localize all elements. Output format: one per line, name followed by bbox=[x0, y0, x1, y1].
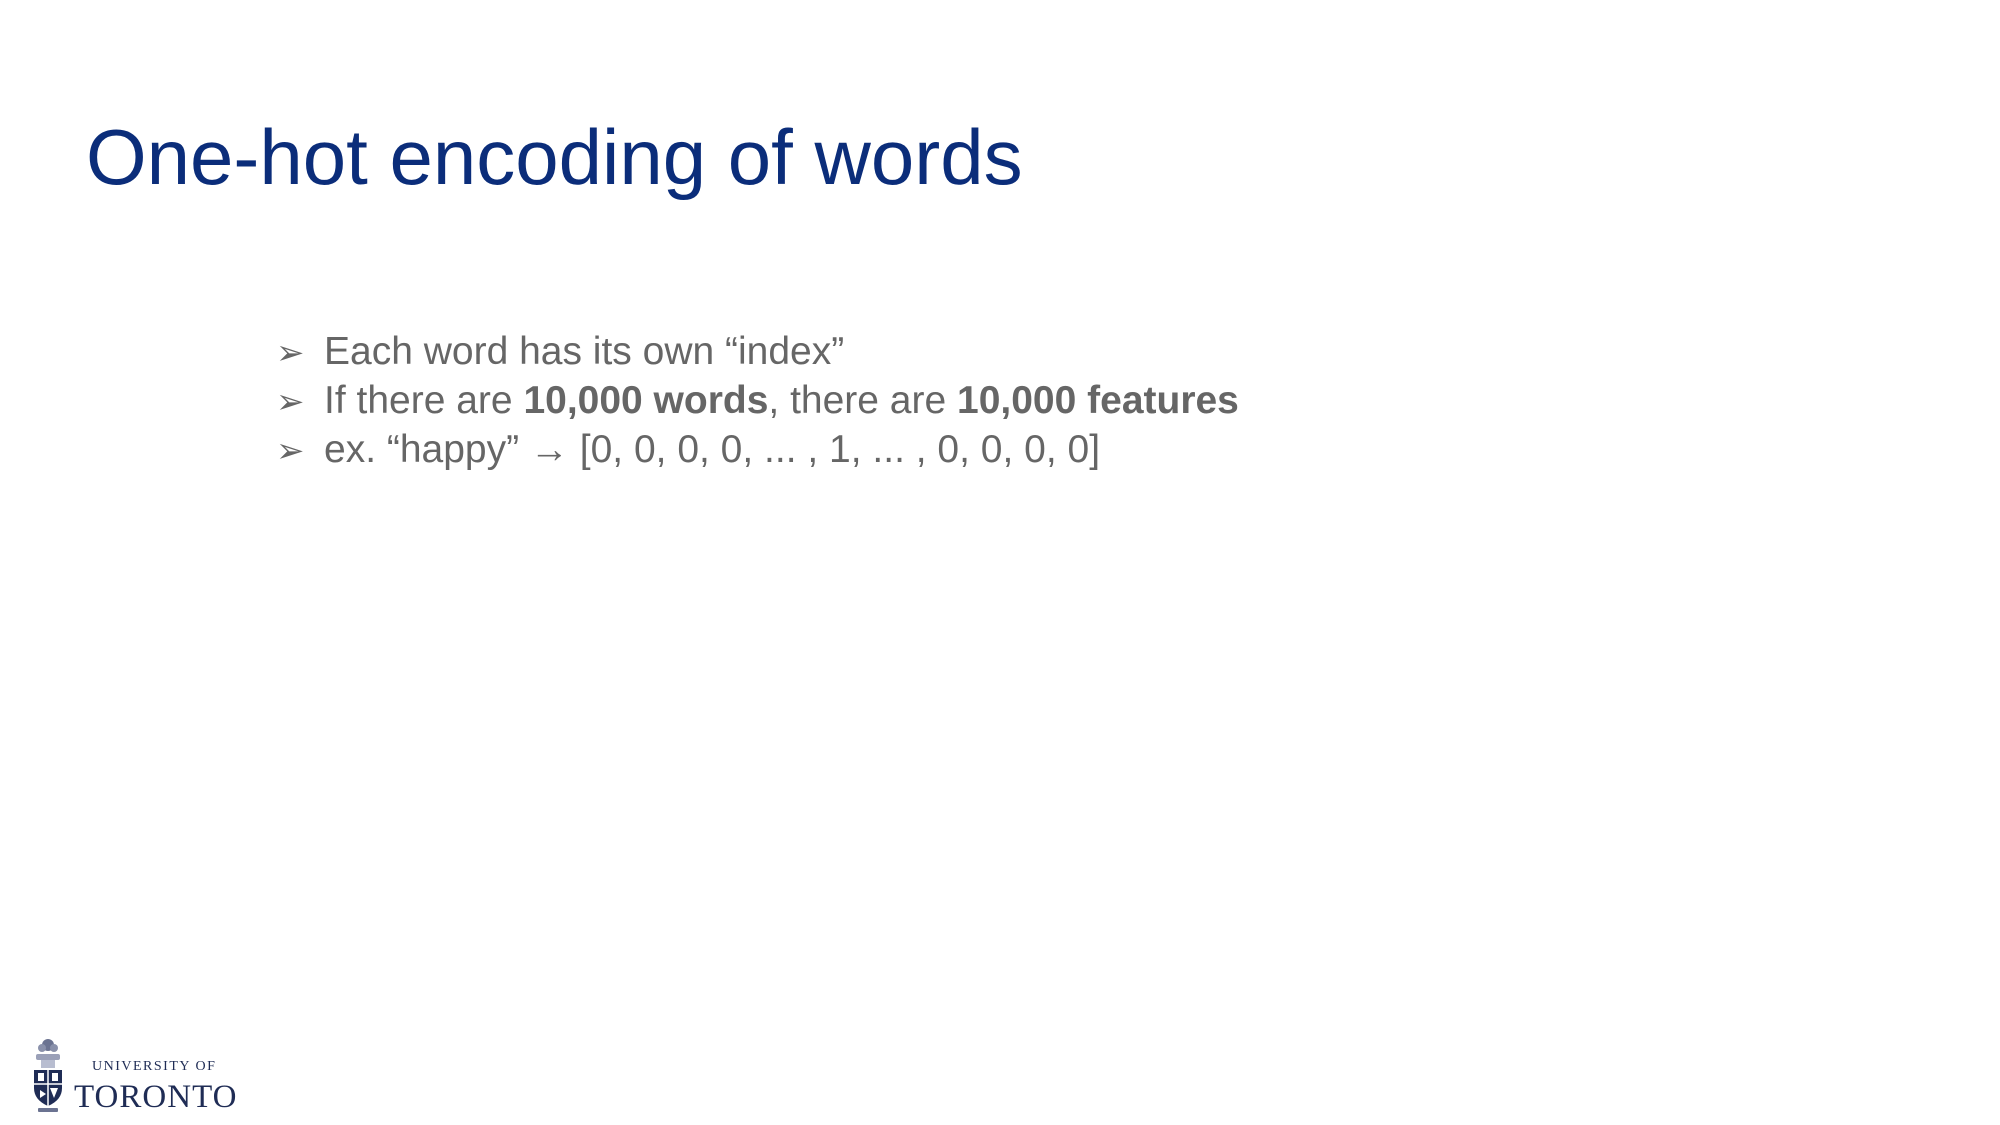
slide-title: One-hot encoding of words bbox=[86, 113, 1023, 201]
bullet-text-bold-features: 10,000 features bbox=[957, 379, 1239, 422]
university-crest-icon bbox=[34, 1039, 62, 1112]
bullet-item-features: ➢ If there are 10,000 words, there are 10… bbox=[276, 377, 1239, 426]
bullet-text: Each word has its own “index” bbox=[324, 330, 845, 373]
arrow-bullet-icon: ➢ bbox=[276, 431, 305, 471]
bullet-text-prefix: If there are bbox=[324, 379, 524, 422]
logo-line-toronto: TORONTO bbox=[74, 1079, 238, 1115]
bullet-text-middle: , there are bbox=[768, 379, 958, 422]
bullet-item-index: ➢ Each word has its own “index” bbox=[276, 328, 1239, 377]
bullet-text: ex. “happy” → [0, 0, 0, 0, ... , 1, ... … bbox=[324, 428, 1101, 471]
bullet-list: ➢ Each word has its own “index” ➢ If there… bbox=[276, 328, 1239, 475]
university-logo: UNIVERSITY OF TORONTO bbox=[30, 1036, 250, 1116]
bullet-text-bold-words: 10,000 words bbox=[523, 379, 769, 422]
arrow-bullet-icon: ➢ bbox=[276, 333, 305, 373]
logo-line-university-of: UNIVERSITY OF bbox=[92, 1059, 217, 1074]
arrow-bullet-icon: ➢ bbox=[276, 382, 305, 422]
bullet-item-example: ➢ ex. “happy” → [0, 0, 0, 0, ... , 1, ...… bbox=[276, 426, 1239, 475]
